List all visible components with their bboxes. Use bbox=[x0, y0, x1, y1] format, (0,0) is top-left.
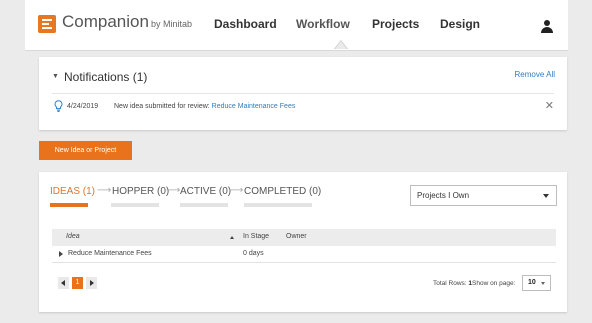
nav-workflow[interactable]: Workflow bbox=[296, 17, 350, 31]
stage-arrow-icon: ⟶ bbox=[97, 185, 112, 196]
show-on-page-label: Show on page: bbox=[472, 280, 516, 287]
column-header-owner[interactable]: Owner bbox=[286, 233, 307, 240]
stage-active[interactable]: ACTIVE (0) bbox=[180, 186, 231, 197]
prev-page-button[interactable] bbox=[58, 277, 69, 289]
row-in-stage: 0 days bbox=[243, 250, 264, 257]
page-size-select[interactable]: 10 bbox=[522, 275, 551, 291]
stage-arrow-icon: ⟶ bbox=[166, 185, 181, 196]
total-rows-label: Total Rows: bbox=[433, 280, 467, 287]
chevron-down-icon bbox=[543, 194, 549, 198]
chevron-down-icon bbox=[541, 282, 545, 285]
notification-text: New idea submitted for review: bbox=[114, 103, 210, 110]
companion-logo-icon[interactable] bbox=[38, 15, 56, 33]
next-page-button[interactable] bbox=[86, 277, 97, 289]
brand-by: by Minitab bbox=[150, 19, 192, 29]
stage-hopper[interactable]: HOPPER (0) bbox=[112, 186, 169, 197]
notifications-divider bbox=[52, 93, 554, 94]
stage-completed[interactable]: COMPLETED (0) bbox=[244, 186, 321, 197]
table-header: Idea In Stage Owner bbox=[52, 229, 556, 246]
table-row[interactable]: Reduce Maintenance Fees 0 days bbox=[52, 246, 556, 263]
remove-all-link[interactable]: Remove All bbox=[515, 70, 555, 79]
user-icon[interactable] bbox=[541, 20, 553, 33]
chevron-right-icon bbox=[90, 280, 94, 286]
new-idea-button[interactable]: New Idea or Project bbox=[39, 141, 132, 160]
chevron-left-icon bbox=[61, 280, 65, 286]
close-icon[interactable]: ✕ bbox=[545, 99, 554, 112]
filter-selected-value: Projects I Own bbox=[417, 191, 470, 200]
page-number-button[interactable]: 1 bbox=[72, 277, 83, 289]
stage-arrow-icon: ⟶ bbox=[229, 185, 244, 196]
brand-name[interactable]: Companion by Minitab bbox=[62, 12, 192, 32]
workflow-panel: IDEAS (1) ⟶ HOPPER (0) ⟶ ACTIVE (0) ⟶ CO… bbox=[39, 172, 567, 312]
expand-row-icon[interactable] bbox=[59, 251, 63, 257]
nav-design[interactable]: Design bbox=[440, 17, 480, 31]
nav-dashboard[interactable]: Dashboard bbox=[214, 17, 277, 31]
page-size-value: 10 bbox=[528, 279, 536, 286]
notifications-panel: ▼ Notifications (1) Remove All 4/24/2019… bbox=[39, 57, 567, 130]
collapse-caret-icon[interactable]: ▼ bbox=[52, 73, 59, 80]
stage-progress-hopper bbox=[111, 203, 159, 207]
column-header-idea[interactable]: Idea bbox=[66, 233, 80, 240]
stage-progress-ideas bbox=[50, 203, 88, 207]
notification-message: New idea submitted for review: Reduce Ma… bbox=[114, 103, 295, 110]
nav-projects[interactable]: Projects bbox=[372, 17, 419, 31]
row-idea-name[interactable]: Reduce Maintenance Fees bbox=[68, 250, 152, 257]
notification-link[interactable]: Reduce Maintenance Fees bbox=[212, 103, 296, 110]
column-header-in-stage[interactable]: In Stage bbox=[243, 233, 269, 240]
stage-progress-active bbox=[180, 203, 228, 207]
stage-progress-completed bbox=[244, 203, 312, 207]
notification-date: 4/24/2019 bbox=[67, 103, 99, 110]
stage-ideas[interactable]: IDEAS (1) bbox=[50, 186, 95, 197]
projects-filter-dropdown[interactable]: Projects I Own bbox=[410, 185, 557, 206]
total-rows: Total Rows: 1 bbox=[433, 280, 472, 287]
lightbulb-icon bbox=[54, 100, 63, 112]
notifications-title[interactable]: Notifications (1) bbox=[64, 70, 147, 84]
top-header: Companion by Minitab Dashboard Workflow P… bbox=[25, 0, 568, 51]
brand-title: Companion bbox=[62, 12, 149, 31]
sort-ascending-icon[interactable] bbox=[230, 236, 234, 239]
